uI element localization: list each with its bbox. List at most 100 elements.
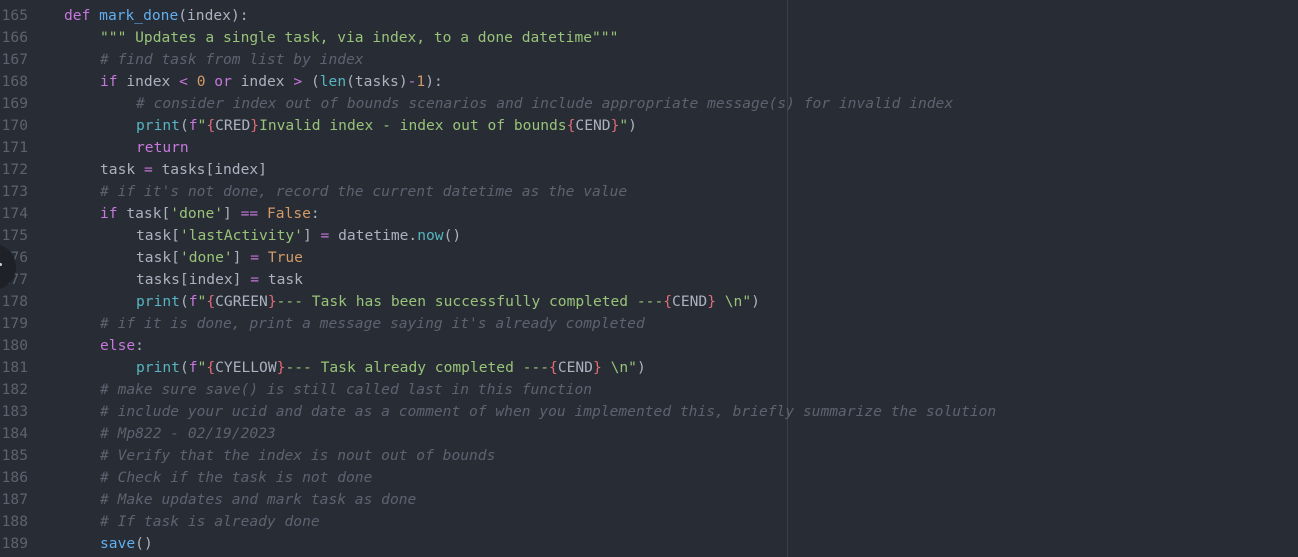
- code-token: \n": [601, 359, 637, 376]
- code-text[interactable]: # consider index out of bounds scenarios…: [136, 93, 953, 115]
- code-line[interactable]: 168 if index < 0 or index > (len(tasks)-1…: [0, 71, 1298, 93]
- code-line[interactable]: 178 print(f"{CGREEN}--- Task has been suc…: [0, 291, 1298, 313]
- code-token: 'lastActivity': [179, 227, 303, 244]
- code-text[interactable]: """ Updates a single task, via index, to…: [100, 27, 618, 49]
- code-token: ): [636, 359, 646, 376]
- code-line[interactable]: 186 # Check if the task is not done: [0, 467, 1298, 489]
- code-text[interactable]: # Mp822 - 02/19/2023: [100, 423, 276, 445]
- code-text[interactable]: task['done'] = True: [136, 247, 303, 269]
- code-text[interactable]: if task['done'] == False:: [100, 203, 320, 225]
- code-text[interactable]: # if it's not done, record the current d…: [100, 181, 627, 203]
- code-token: {: [206, 117, 216, 134]
- code-line[interactable]: 188 # If task is already done: [0, 511, 1298, 533]
- code-line[interactable]: 183 # include your ucid and date as a com…: [0, 401, 1298, 423]
- code-text[interactable]: return: [136, 137, 189, 159]
- code-token: (index):: [178, 7, 249, 24]
- code-line[interactable]: 171 return: [0, 137, 1298, 159]
- code-token: CGREEN: [215, 293, 268, 310]
- code-token: ": [619, 117, 629, 134]
- code-line[interactable]: 173 # if it's not done, record the curren…: [0, 181, 1298, 203]
- line-number: 183: [1, 403, 28, 420]
- code-token: CEND: [575, 117, 611, 134]
- code-text[interactable]: def mark_done(index):: [64, 5, 249, 27]
- line-number: 180: [1, 337, 28, 354]
- code-text[interactable]: print(f"{CYELLOW}--- Task already comple…: [136, 357, 646, 379]
- code-line[interactable]: 172 task = tasks[index]: [0, 159, 1298, 181]
- code-text[interactable]: print(f"{CGREEN}--- Task has been succes…: [136, 291, 760, 313]
- code-text[interactable]: print(f"{CRED}Invalid index - index out …: [136, 115, 637, 137]
- code-token: ): [628, 117, 637, 134]
- code-line[interactable]: 176 task['done'] = True: [0, 247, 1298, 269]
- code-line[interactable]: 167 # find task from list by index: [0, 49, 1298, 71]
- code-line[interactable]: 185 # Verify that the index is nout out o…: [0, 445, 1298, 467]
- code-line[interactable]: 184 # Mp822 - 02/19/2023: [0, 423, 1298, 445]
- code-text[interactable]: save(): [100, 533, 153, 555]
- code-token: if: [100, 73, 118, 90]
- code-line[interactable]: 170 print(f"{CRED}Invalid index - index o…: [0, 115, 1298, 137]
- code-token: (: [179, 293, 189, 310]
- line-number: 179: [1, 315, 28, 332]
- code-line[interactable]: 169 # consider index out of bounds scenar…: [0, 93, 1298, 115]
- code-line[interactable]: 174 if task['done'] == False:: [0, 203, 1298, 225]
- code-token: print: [136, 359, 180, 376]
- code-text[interactable]: # Make updates and mark task as done: [100, 489, 416, 511]
- code-token: (): [135, 535, 153, 552]
- code-token: # Verify that the index is nout out of b…: [100, 447, 496, 464]
- code-token: =: [320, 227, 330, 244]
- code-token: ": [197, 293, 207, 310]
- code-text[interactable]: # If task is already done: [100, 511, 320, 533]
- code-line[interactable]: 180 else:: [0, 335, 1298, 357]
- code-text[interactable]: # find task from list by index: [100, 49, 364, 71]
- line-number: 173: [1, 183, 28, 200]
- code-text[interactable]: # Verify that the index is nout out of b…: [100, 445, 495, 467]
- line-number: 188: [1, 513, 28, 530]
- line-number: 187: [1, 491, 28, 508]
- code-text[interactable]: else:: [100, 335, 144, 357]
- code-line[interactable]: 182 # make sure save() is still called la…: [0, 379, 1298, 401]
- code-text[interactable]: # Check if the task is not done: [100, 467, 372, 489]
- line-number: 167: [1, 51, 28, 68]
- code-line[interactable]: 165 def mark_done(index):: [0, 5, 1298, 27]
- code-token: {: [206, 293, 216, 310]
- code-text[interactable]: task = tasks[index]: [100, 159, 267, 181]
- code-line[interactable]: 187 # Make updates and mark task as done: [0, 489, 1298, 511]
- code-token: or: [214, 73, 232, 90]
- code-token: True: [267, 249, 303, 266]
- code-token: Invalid index - index out of bounds: [259, 117, 567, 134]
- code-token: False: [266, 205, 311, 222]
- code-token: :: [310, 205, 320, 222]
- code-token: # find task from list by index: [100, 51, 364, 68]
- code-line[interactable]: 189 save(): [0, 533, 1298, 555]
- code-text[interactable]: tasks[index] = task: [136, 269, 303, 291]
- code-token: CRED: [215, 117, 251, 134]
- code-line[interactable]: 177 tasks[index] = task: [0, 269, 1298, 291]
- code-line[interactable]: 175 task['lastActivity'] = datetime.now(): [0, 225, 1298, 247]
- code-text[interactable]: # make sure save() is still called last …: [100, 379, 592, 401]
- line-number: 181: [1, 359, 28, 376]
- code-text[interactable]: # include your ucid and date as a commen…: [100, 401, 996, 423]
- code-text[interactable]: # if it is done, print a message saying …: [100, 313, 645, 335]
- code-token: index: [231, 73, 294, 90]
- code-token: len: [319, 73, 347, 90]
- code-line[interactable]: 179 # if it is done, print a message sayi…: [0, 313, 1298, 335]
- code-token: index: [117, 73, 180, 90]
- code-token: ": [197, 117, 207, 134]
- code-lines[interactable]: 165 def mark_done(index): 166 """ Updates a…: [0, 5, 1298, 555]
- code-token: }: [250, 117, 260, 134]
- code-token: (: [179, 117, 189, 134]
- code-token: 'done': [170, 205, 224, 222]
- code-line[interactable]: 181 print(f"{CYELLOW}--- Task already com…: [0, 357, 1298, 379]
- code-token: if: [100, 205, 118, 222]
- code-token: # if it is done, print a message saying …: [100, 315, 645, 332]
- code-line[interactable]: 166 """ Updates a single task, via index,…: [0, 27, 1298, 49]
- code-text[interactable]: if index < 0 or index > (len(tasks)-1):: [100, 71, 443, 93]
- code-token: 'done': [179, 249, 233, 266]
- line-number: 165: [1, 7, 28, 24]
- code-text[interactable]: task['lastActivity'] = datetime.now(): [136, 225, 461, 247]
- code-editor[interactable]: 165 def mark_done(index): 166 """ Updates a…: [0, 0, 1298, 557]
- code-token: --- Task has been successfully completed…: [276, 293, 664, 310]
- code-token: 1: [416, 73, 426, 90]
- code-token: }: [707, 293, 716, 310]
